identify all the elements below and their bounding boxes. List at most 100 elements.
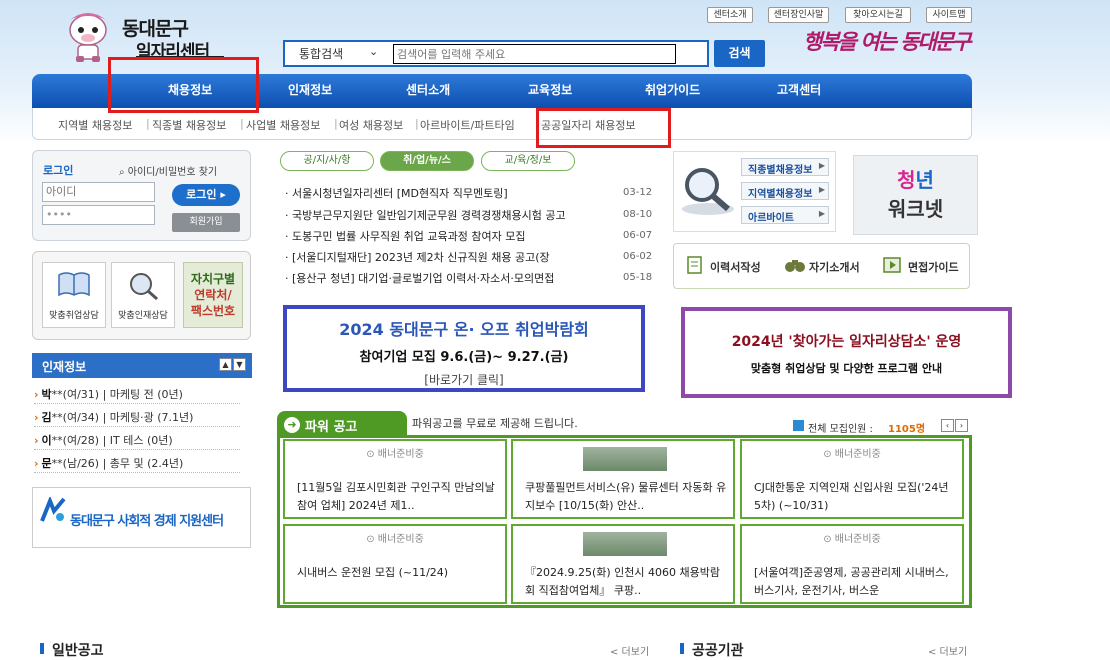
public-agency-title: 공공기관 [692,643,744,659]
news-date: 03-12 [623,187,653,198]
search-button[interactable]: 검색 [714,40,765,67]
nav-talent-info[interactable]: 인재정보 [288,81,332,98]
top-link-greeting[interactable]: 센터장인사말 [768,7,829,23]
chevron-down-icon: ⌄ [369,45,379,58]
talent-name: 문 [41,457,52,470]
top-link-center-intro[interactable]: 센터소개 [707,7,753,23]
power-ad-card[interactable]: 『2024.9.25(화) 인천시 4060 채용박람회 직접참여업체』 쿠팡.… [511,524,735,604]
join-button[interactable]: 회원가입 [172,213,240,232]
login-id-input[interactable] [42,182,155,202]
company-photo [583,532,667,556]
talent-name: 김 [41,411,52,424]
power-ad-text: 시내버스 운전원 모집 (~11/24) [297,566,449,579]
district-contacts-l1: 자치구별 [190,272,236,286]
power-ads-title: 파워 공고 [305,420,358,435]
talent-name: 이 [41,434,52,447]
power-ad-card[interactable]: ⊙ 배너준비중시내버스 운전원 모집 (~11/24) [283,524,507,604]
interview-guide-button[interactable]: 면접가이드 [908,259,959,275]
arrow-right-icon: › [34,411,39,424]
talent-next-icon[interactable]: ▼ [233,358,246,371]
news-item[interactable]: · 국방부근무지원단 일반임기제군무원 경력경쟁채용시험 공고 [285,207,615,223]
search-input[interactable] [393,44,676,64]
public-more-link[interactable]: < 더보기 [928,643,967,658]
subnav-separator: | [146,117,150,130]
job-fair-banner[interactable]: 2024 동대문구 온· 오프 취업박람회 참여기업 모집 9.6.(금)~ 9… [283,305,645,392]
nav-education-info[interactable]: 교육정보 [528,81,572,98]
job-fair-title: 2024 동대문구 온· 오프 취업박람회 [339,320,589,339]
power-ad-text: 쿠팡풀필먼트서비스(유) 물류센터 자동화 유지보수 [10/15(화) 안산.… [525,481,727,512]
category-parttime-button[interactable]: 아르바이트 ▶ [741,206,829,224]
news-item[interactable]: · 도봉구민 법률 사무직원 취업 교육과정 참여자 모집 [285,228,615,244]
find-account-link[interactable]: ⌕ 아이디/비밀번호 찾기 [119,163,217,178]
subnav-business[interactable]: 사업별 채용정보 [246,117,320,133]
power-ad-card[interactable]: 쿠팡풀필먼트서비스(유) 물류센터 자동화 유지보수 [10/15(화) 안산.… [511,439,735,519]
news-item[interactable]: · [서울디지털재단] 2023년 제2차 신규직원 채용 공고(장 [285,249,615,265]
talent-row[interactable]: › 박**(여/31) | 마케팅 전 (0년) [34,382,240,404]
job-counsel-button[interactable]: 맞춤취업상담 [42,262,106,328]
search-scope-label: 통합검색 [299,47,344,61]
nav-customer-center[interactable]: 고객센터 [777,81,821,98]
power-ad-card[interactable]: ⊙ 배너준비중 [11월5일 김포시민회관 구인구직 만남의날 참여 업체] 20… [283,439,507,519]
power-ads-count-value: 1105명 [888,424,926,435]
power-ad-text: [11월5일 김포시민회관 구인구직 만남의날 참여 업체] 2024년 제1.… [297,481,495,512]
banner-placeholder: ⊙ 배너준비중 [366,534,424,545]
social-economy-label: 동대문구 사회적 경제 지원센터 [70,514,224,529]
arrow-right-icon: ➜ [284,417,300,433]
news-item[interactable]: · 서울시청년일자리센터 [MD현직자 직무멘토링] [285,185,615,201]
resume-button[interactable]: 이력서작성 [710,259,761,275]
power-next-icon[interactable]: › [955,419,968,432]
banner-placeholder: ⊙ 배너준비중 [823,534,881,545]
job-counsel-outreach-banner[interactable]: 2024년 '찾아가는 일자리상담소' 운영 맞춤형 취업상담 및 다양한 프로… [681,307,1012,398]
talent-row[interactable]: › 이**(여/28) | IT 테스 (0년) [34,428,240,450]
login-button-label: 로그인 [186,188,217,201]
talent-counsel-label: 맞춤인재상담 [118,311,168,321]
category-occupation-button[interactable]: 직종별채용정보 ▶ [741,158,829,176]
resume-icon [687,256,702,274]
banner-placeholder: ⊙ 배너준비중 [366,449,424,460]
arrow-right-icon: › [34,434,39,447]
category-region-button[interactable]: 지역별채용정보 ▶ [741,182,829,200]
tab-job-news[interactable]: 취/업/뉴/스 [380,151,474,171]
subnav-regional[interactable]: 지역별 채용정보 [58,117,132,133]
general-more-link[interactable]: < 더보기 [610,643,649,658]
cover-letter-button[interactable]: 자기소개서 [809,259,860,275]
login-title: 로그인 [43,164,74,177]
power-ad-card[interactable]: ⊙ 배너준비중 [서울여객]준공영제, 공공관리제 시내버스, 버스기사, 운전기… [740,524,964,604]
news-item[interactable]: · [용산구 청년] 대기업·글로벌기업 이력서·자소서·모의면접 [285,270,615,286]
talent-counsel-button[interactable]: 맞춤인재상담 [111,262,175,328]
binoculars-icon [785,260,805,272]
magnifier-icon [130,273,158,301]
banner-placeholder-label: 배너준비중 [377,534,424,545]
mascot-logo-icon[interactable] [64,8,112,64]
news-date: 06-07 [623,230,653,241]
talent-row[interactable]: › 김**(여/34) | 마케팅·광 (7.1년) [34,405,240,427]
tab-notice[interactable]: 공/지/사/항 [280,151,374,171]
subnav-occupation[interactable]: 직종별 채용정보 [152,117,226,133]
youth-worknet-line2: 워크넷 [887,197,944,221]
nav-job-guide[interactable]: 취업가이드 [645,81,700,98]
top-link-directions[interactable]: 찾아오시는길 [845,7,911,23]
login-password-input[interactable]: •••• [42,205,155,225]
power-prev-icon[interactable]: ‹ [941,419,954,432]
caret-right-icon: ▶ [818,161,825,170]
power-ad-card[interactable]: ⊙ 배너준비중 CJ대한통운 지역인재 신입사원 모집('24년 5차) (~10… [740,439,964,519]
category-label: 직종별채용정보 [748,165,813,176]
news-date: 05-18 [623,272,653,283]
job-fair-link: [바로가기 클릭] [424,373,504,387]
login-button[interactable]: 로그인 ▸ [172,184,240,206]
district-contacts-l3: 팩스번호 [190,304,236,318]
top-link-sitemap[interactable]: 사이트맵 [926,7,972,23]
subnav-part-time[interactable]: 아르바이트/파트타임 [420,117,515,133]
tab-education[interactable]: 교/육/정/보 [481,151,575,171]
youth-worknet-banner[interactable]: 청년 워크넷 [853,155,978,235]
highlight-box-job-info [108,57,259,113]
subnav-separator: | [334,117,338,130]
district-contacts-button[interactable]: 자치구별 연락처/ 팩스번호 [183,262,243,328]
category-label: 지역별채용정보 [748,189,813,200]
search-scope-select[interactable]: 통합검색 ⌄ [287,43,383,64]
talent-prev-icon[interactable]: ▲ [219,358,232,371]
subnav-women[interactable]: 여성 채용정보 [339,117,403,133]
talent-row[interactable]: › 문**(남/26) | 총무 및 (2.4년) [34,451,240,473]
nav-center-intro[interactable]: 센터소개 [406,81,450,98]
play-icon [793,420,804,431]
